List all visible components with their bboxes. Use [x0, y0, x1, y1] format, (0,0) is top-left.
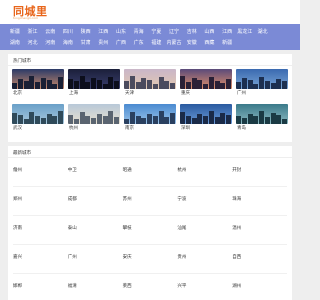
city-photo[interactable]	[124, 69, 176, 89]
hot-city-card[interactable]: 广州	[236, 69, 288, 104]
hot-city-card[interactable]: 上海	[68, 69, 120, 104]
hot-city-card[interactable]: 天津	[124, 69, 176, 104]
city-name[interactable]: 青岛	[236, 124, 288, 133]
province-link[interactable]: 新疆	[218, 39, 236, 46]
province-link[interactable]: 广西	[112, 39, 130, 46]
latest-city-link[interactable]: 邯郸	[13, 274, 68, 300]
hot-city-card[interactable]: 青岛	[236, 104, 288, 139]
city-photo[interactable]	[12, 104, 64, 124]
city-name[interactable]: 重庆	[180, 89, 232, 98]
city-name[interactable]: 深圳	[180, 124, 232, 133]
latest-cities-title: 最新城市	[8, 146, 292, 158]
province-link[interactable]: 山东	[112, 28, 130, 35]
site-header: 同城里 tongchengli.com	[0, 0, 300, 24]
province-link[interactable]: 黑龙江	[236, 28, 254, 35]
province-link[interactable]: 辽宁	[165, 28, 183, 35]
latest-city-link[interactable]: 安庆	[122, 245, 178, 274]
latest-cities-grid: 儋州 中卫 昭通 杭州 开封郑州 成都 苏州 宁波 珠海济南 泰山 攀枝 汕尾 温州嘉兴 广州 安庆 贵州 自西…	[8, 158, 292, 300]
province-link[interactable]: 河南	[41, 39, 59, 46]
latest-city-link[interactable]: 福清	[68, 274, 123, 300]
latest-city-link[interactable]: 嘉兴	[13, 245, 68, 274]
latest-city-link[interactable]: 济南	[13, 216, 68, 245]
city-name[interactable]: 杭州	[68, 124, 120, 133]
province-link[interactable]: 河北	[24, 39, 42, 46]
city-photo[interactable]	[236, 69, 288, 89]
latest-city-link[interactable]: 贵州	[177, 245, 233, 274]
province-link[interactable]: 安徽	[183, 39, 201, 46]
hot-city-card[interactable]: 杭州	[68, 104, 120, 139]
province-link[interactable]: 西藏	[201, 39, 219, 46]
hot-city-card[interactable]: 重庆	[180, 69, 232, 104]
hot-city-card[interactable]: 武汉	[12, 104, 64, 139]
latest-city-link[interactable]: 珠海	[232, 187, 287, 216]
latest-city-link[interactable]: 儋州	[13, 158, 68, 187]
city-photo[interactable]	[236, 104, 288, 124]
province-link[interactable]: 内蒙古	[165, 39, 183, 46]
latest-city-link[interactable]: 泰山	[67, 216, 123, 245]
latest-city-link[interactable]: 湖州	[232, 274, 287, 300]
province-nav-row: 新疆 浙江 云南 四川 陕西 江西 山东 青海 宁夏 辽宁 吉林 山西 江西 黑龙江 湖北	[6, 26, 294, 37]
latest-city-link[interactable]: 汕尾	[177, 216, 233, 245]
province-link[interactable]: 新疆	[6, 28, 24, 35]
hot-cities-section: 热门城市 北京 上海 天津 重庆 广州武汉 杭州 南京 深圳 青岛	[8, 54, 292, 142]
city-name[interactable]: 天津	[124, 89, 176, 98]
city-name[interactable]: 上海	[68, 89, 120, 98]
latest-city-link[interactable]: 广州	[67, 245, 123, 274]
latest-city-link[interactable]: 攀枝	[122, 216, 178, 245]
city-photo[interactable]	[12, 69, 64, 89]
province-nav: 新疆 浙江 云南 四川 陕西 江西 山东 青海 宁夏 辽宁 吉林 山西 江西 黑龙江 湖北 湖南 河北 河南 海南…	[0, 24, 300, 50]
province-link[interactable]: 山西	[201, 28, 219, 35]
latest-city-link[interactable]: 宁波	[177, 187, 233, 216]
latest-city-link[interactable]: 自西	[232, 245, 287, 274]
province-link[interactable]: 江西	[218, 28, 236, 35]
province-link[interactable]: 湖北	[254, 28, 272, 35]
hot-city-card[interactable]: 北京	[12, 69, 64, 104]
province-link[interactable]: 湖南	[6, 39, 24, 46]
latest-city-link[interactable]: 开封	[232, 158, 287, 187]
province-link[interactable]: 宁夏	[148, 28, 166, 35]
province-link[interactable]: 青海	[130, 28, 148, 35]
city-name[interactable]: 北京	[12, 89, 64, 98]
province-link[interactable]: 广东	[130, 39, 148, 46]
province-nav-row: 湖南 河北 河南 海南 甘肃 贵州 广西 广东 福建 内蒙古 安徽 西藏 新疆	[6, 37, 294, 48]
province-link[interactable]: 福建	[148, 39, 166, 46]
province-link[interactable]: 江西	[94, 28, 112, 35]
city-photo[interactable]	[180, 69, 232, 89]
latest-city-link[interactable]: 郑州	[13, 187, 68, 216]
site-logo-subtitle: tongchengli.com	[13, 16, 39, 20]
latest-city-link[interactable]: 苏州	[122, 187, 178, 216]
latest-city-link[interactable]: 中卫	[67, 158, 123, 187]
province-link[interactable]: 陕西	[77, 28, 95, 35]
latest-city-link[interactable]: 莱西	[123, 274, 178, 300]
hot-cities-grid: 北京 上海 天津 重庆 广州武汉 杭州 南京 深圳 青岛	[8, 66, 292, 142]
city-name[interactable]: 广州	[236, 89, 288, 98]
latest-city-link[interactable]: 成都	[67, 187, 123, 216]
city-name[interactable]: 南京	[124, 124, 176, 133]
latest-city-link[interactable]: 昭通	[122, 158, 178, 187]
latest-city-link[interactable]: 温州	[232, 216, 287, 245]
city-photo[interactable]	[68, 69, 120, 89]
city-photo[interactable]	[124, 104, 176, 124]
latest-cities-section: 最新城市 儋州 中卫 昭通 杭州 开封郑州 成都 苏州 宁波 珠海济南 泰山 攀枝 汕尾 温州嘉兴 广州安…	[8, 146, 292, 300]
city-name[interactable]: 武汉	[12, 124, 64, 133]
latest-city-link[interactable]: 兴平	[177, 274, 232, 300]
city-photo[interactable]	[180, 104, 232, 124]
province-link[interactable]: 浙江	[24, 28, 42, 35]
province-link[interactable]: 海南	[59, 39, 77, 46]
province-link[interactable]: 贵州	[94, 39, 112, 46]
hot-cities-title: 热门城市	[8, 54, 292, 66]
province-link[interactable]: 甘肃	[77, 39, 95, 46]
province-link[interactable]: 四川	[59, 28, 77, 35]
city-photo[interactable]	[68, 104, 120, 124]
province-link[interactable]: 云南	[41, 28, 59, 35]
province-link[interactable]: 吉林	[183, 28, 201, 35]
latest-city-link[interactable]: 杭州	[177, 158, 233, 187]
hot-city-card[interactable]: 南京	[124, 104, 176, 139]
hot-city-card[interactable]: 深圳	[180, 104, 232, 139]
